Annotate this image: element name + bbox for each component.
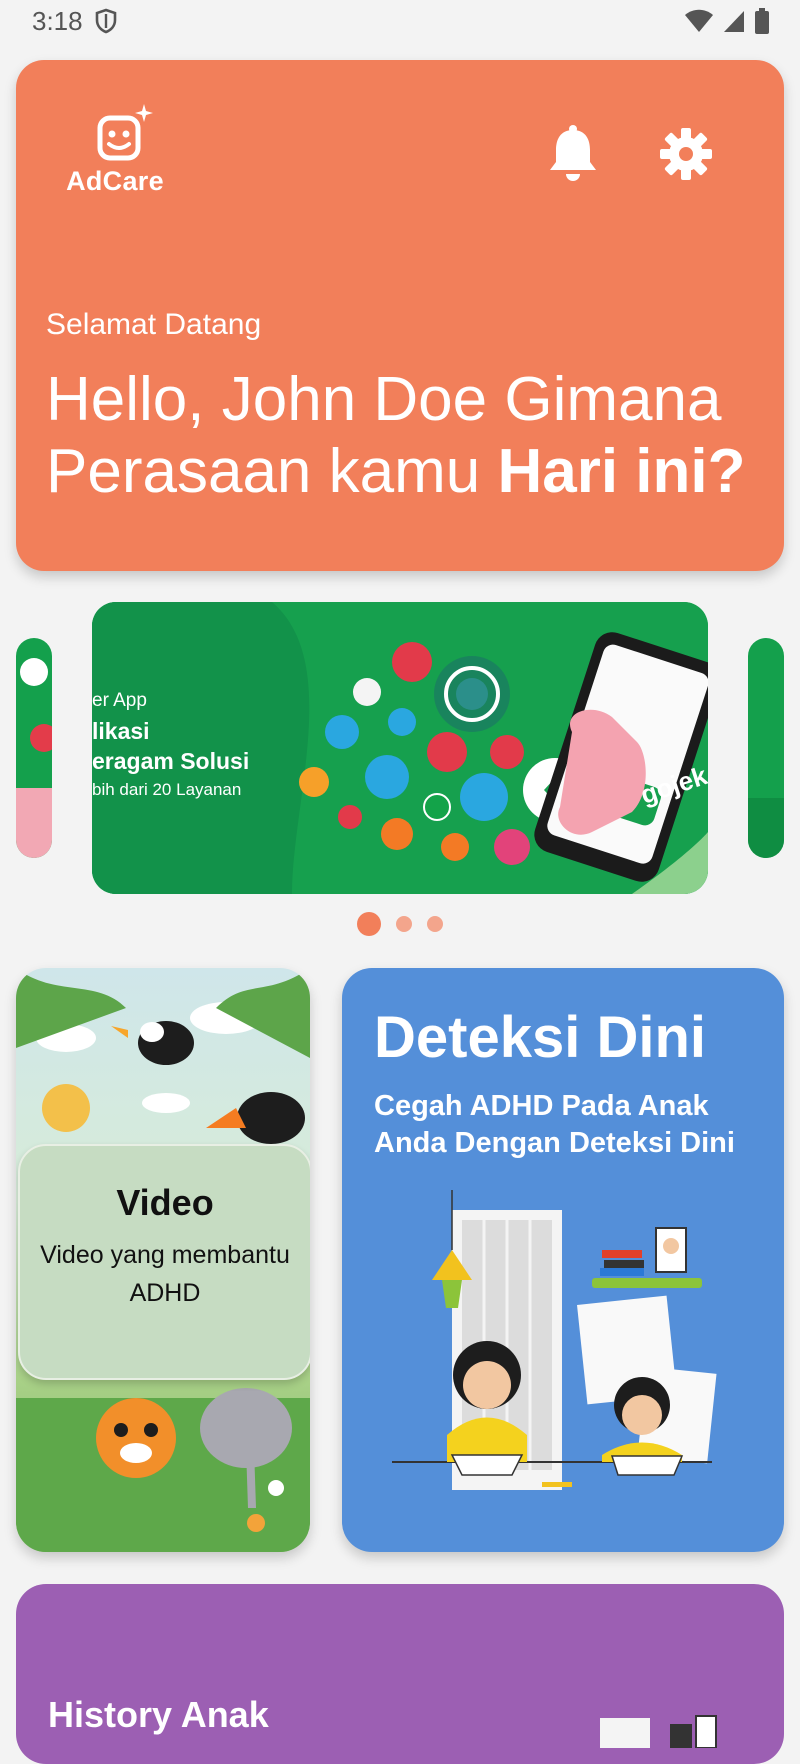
children-studying-illustration <box>392 1190 717 1490</box>
slide-line-2: likasi <box>92 718 150 744</box>
slide-line-4: bih dari 20 Layanan <box>92 780 242 799</box>
history-illustration <box>600 1715 717 1748</box>
slide-line-1: er App <box>92 690 147 711</box>
carousel-pagination <box>0 912 800 936</box>
video-card-title: Video <box>116 1182 214 1223</box>
video-card-subtitle: Video yang membantu ADHD <box>40 1241 290 1307</box>
carousel-dot[interactable] <box>427 916 443 932</box>
carousel-slide-next[interactable] <box>748 638 784 858</box>
promo-carousel[interactable]: er App likasi eragam Solusi bih dari 20 … <box>0 600 800 936</box>
settings-gear-icon[interactable] <box>660 128 712 180</box>
early-detection-card[interactable]: Deteksi Dini Cegah ADHD Pada Anak Anda D… <box>342 968 784 1552</box>
app-logo: AdCare <box>60 104 170 196</box>
carousel-dot[interactable] <box>396 916 412 932</box>
hero-card: AdCare Selamat Datang Hello, John Doe Gi… <box>16 60 784 571</box>
slide-caption: er App likasi eragam Solusi bih dari 20 … <box>92 690 249 800</box>
carousel-slide-previous[interactable] <box>16 638 52 858</box>
video-card[interactable]: Video Video yang membantu ADHD <box>16 968 310 1552</box>
wifi-icon <box>685 9 713 32</box>
notification-bell-icon[interactable] <box>548 124 598 182</box>
detect-card-subtitle: Cegah ADHD Pada Anak Anda Dengan Deteksi… <box>374 1090 735 1159</box>
greeting-text: Hello, John Doe Gimana Perasaan kamu Har… <box>46 364 766 508</box>
status-time: 3:18 <box>32 6 83 36</box>
slide-line-3: eragam Solusi <box>92 748 250 774</box>
carousel-dot-active[interactable] <box>357 912 381 936</box>
detect-card-title: Deteksi Dini <box>374 1005 706 1070</box>
shield-icon <box>95 8 117 34</box>
child-history-card[interactable]: History Anak <box>16 1584 784 1764</box>
status-bar: 3:18 <box>0 0 800 44</box>
logo-text: AdCare <box>66 166 164 196</box>
carousel-slide-gojek[interactable]: er App likasi eragam Solusi bih dari 20 … <box>92 602 708 894</box>
welcome-label: Selamat Datang <box>46 308 262 341</box>
status-icons <box>684 8 770 34</box>
signal-icon <box>724 11 744 32</box>
smiley-sparkle-icon <box>97 104 153 161</box>
video-info-panel: Video Video yang membantu ADHD <box>18 1144 310 1380</box>
greeting-bold: Hari ini? <box>497 437 746 506</box>
battery-icon <box>755 8 769 34</box>
